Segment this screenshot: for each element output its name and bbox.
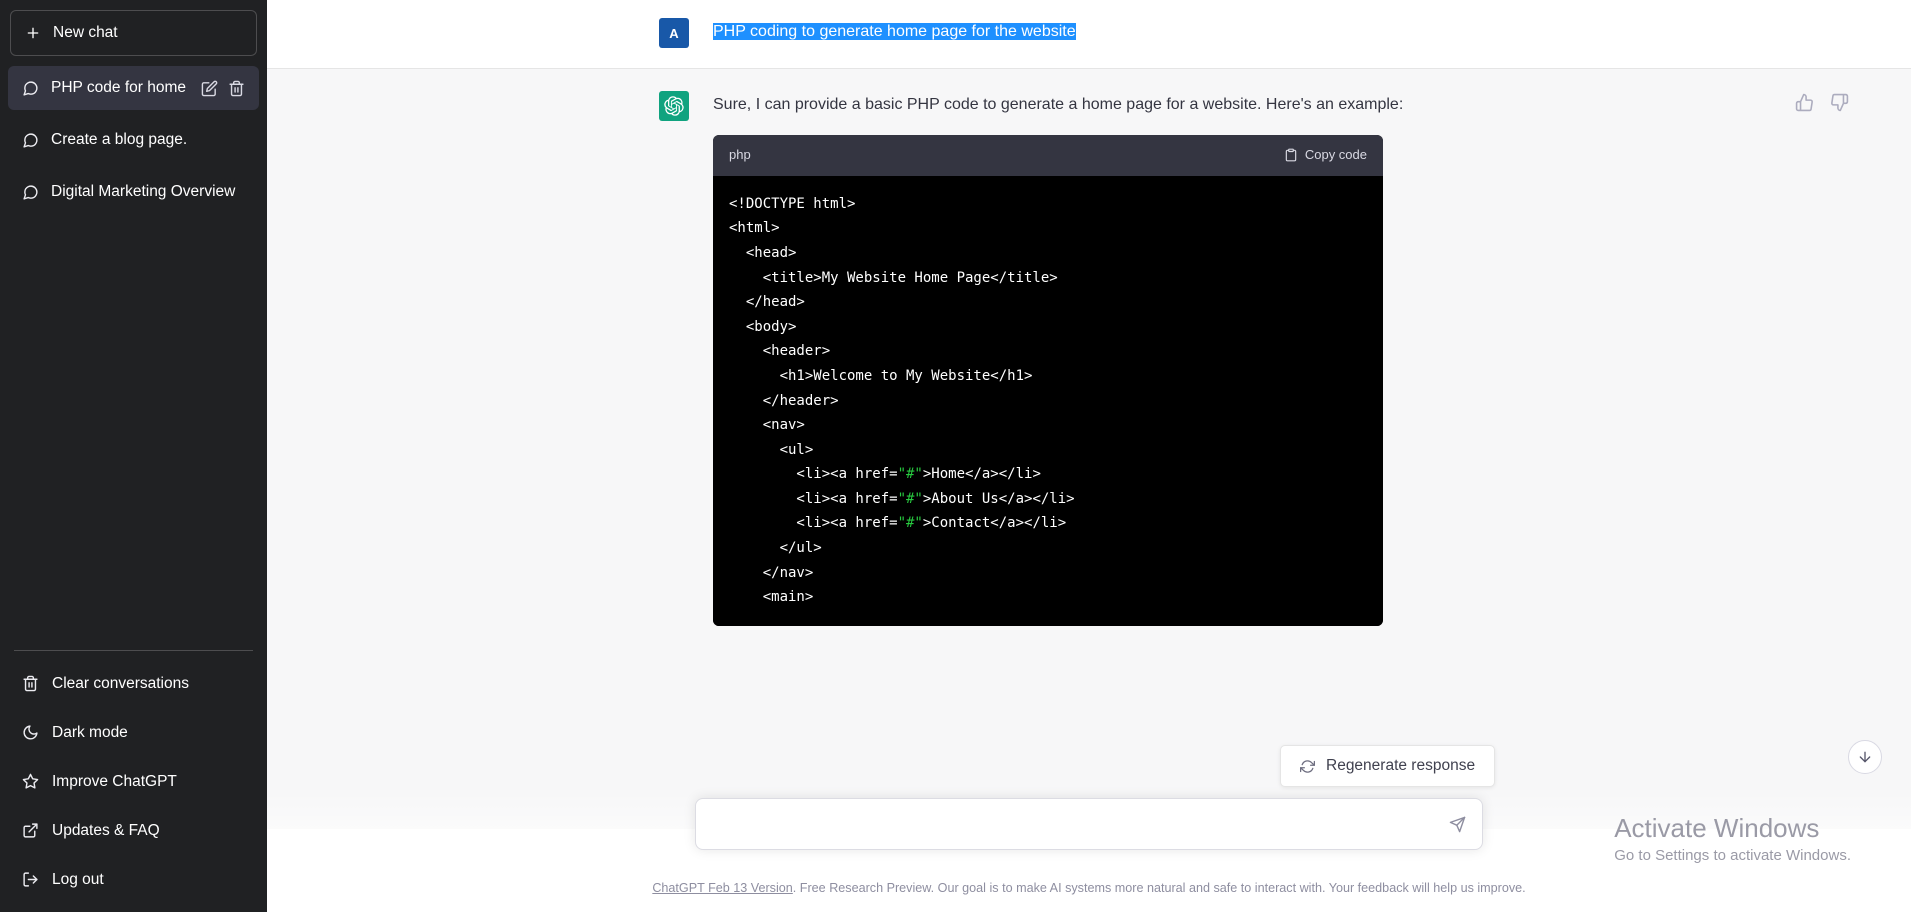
star-icon xyxy=(22,773,39,790)
logout-icon xyxy=(22,871,39,888)
composer-box[interactable] xyxy=(695,798,1483,850)
external-link-icon xyxy=(22,822,39,839)
code-block-header: php Copy code xyxy=(713,135,1383,176)
code-line: <html> xyxy=(729,220,780,237)
code-line: <li><a href="#">Home</a></li> xyxy=(729,466,1041,483)
user-avatar: A xyxy=(659,18,689,48)
refresh-icon xyxy=(1300,759,1315,774)
code-line: <header> xyxy=(729,343,831,360)
code-line: </ul> xyxy=(729,540,822,557)
menu-item-log-out[interactable]: Log out xyxy=(8,855,259,904)
user-message-body: PHP coding to generate home page for the… xyxy=(713,18,1519,48)
sidebar-item-digital-marketing-overview[interactable]: Digital Marketing Overview xyxy=(8,170,259,214)
regenerate-response-button[interactable]: Regenerate response xyxy=(1280,745,1496,787)
moon-icon xyxy=(22,724,39,741)
menu-item-improve-chatgpt[interactable]: Improve ChatGPT xyxy=(8,757,259,806)
version-link[interactable]: ChatGPT Feb 13 Version xyxy=(652,881,792,895)
chat-bubble-icon xyxy=(22,184,39,201)
regenerate-response-label: Regenerate response xyxy=(1326,757,1476,774)
menu-item-label: Dark mode xyxy=(52,723,128,741)
assistant-paragraph: Sure, I can provide a basic PHP code to … xyxy=(713,96,1404,113)
code-line: <nav> xyxy=(729,417,805,434)
chat-bubble-icon xyxy=(22,80,39,97)
code-line: <ul> xyxy=(729,441,814,458)
sidebar-item-create-a-blog-page[interactable]: Create a blog page. xyxy=(8,118,259,162)
footer-text: . Free Research Preview. Our goal is to … xyxy=(792,881,1526,896)
code-line: <body> xyxy=(729,318,797,335)
code-line: </head> xyxy=(729,294,805,311)
chat-bubble-icon xyxy=(22,132,39,149)
footer-disclaimer: ChatGPT Feb 13 Version. Free Research Pr… xyxy=(267,879,1911,898)
code-line: </nav> xyxy=(729,564,814,581)
code-block: php Copy code <!DOCTYPE html> <html> <he… xyxy=(713,135,1383,626)
code-line: <head> xyxy=(729,244,797,261)
code-line: <title>My Website Home Page</title> xyxy=(729,269,1058,286)
feedback-actions xyxy=(1795,93,1849,112)
assistant-message: Sure, I can provide a basic PHP code to … xyxy=(267,69,1911,829)
new-chat-label: New chat xyxy=(53,24,118,41)
user-message: A PHP coding to generate home page for t… xyxy=(267,0,1911,69)
menu-item-label: Improve ChatGPT xyxy=(52,772,177,790)
menu-item-dark-mode[interactable]: Dark mode xyxy=(8,708,259,757)
copy-code-label: Copy code xyxy=(1304,147,1367,162)
new-chat-button[interactable]: New chat xyxy=(10,10,257,56)
composer-area: ChatGPT Feb 13 Version. Free Research Pr… xyxy=(267,790,1911,912)
code-string-token: "#" xyxy=(897,515,923,532)
chat-input[interactable] xyxy=(712,815,1436,833)
delete-trash-icon[interactable] xyxy=(228,80,245,97)
copy-code-button[interactable]: Copy code xyxy=(1284,144,1367,167)
code-line: <main> xyxy=(729,589,814,606)
send-button[interactable] xyxy=(1444,811,1470,837)
conversation-actions xyxy=(201,80,245,97)
sidebar-item-php-code-for-home-pag[interactable]: PHP code for home pag xyxy=(8,66,259,110)
chatgpt-app: New chat PHP code for home pag xyxy=(0,0,1911,912)
clipboard-icon xyxy=(1284,148,1298,162)
assistant-message-body: Sure, I can provide a basic PHP code to … xyxy=(713,91,1519,829)
edit-pencil-icon[interactable] xyxy=(201,80,218,97)
sidebar-item-label: Digital Marketing Overview xyxy=(51,183,236,200)
sidebar: New chat PHP code for home pag xyxy=(0,0,267,912)
menu-item-updates-and-faq[interactable]: Updates & FAQ xyxy=(8,806,259,855)
conversation-list: PHP code for home pag xyxy=(8,66,259,214)
menu-item-clear-conversations[interactable]: Clear conversations xyxy=(8,659,259,708)
main-content: A PHP coding to generate home page for t… xyxy=(267,0,1911,912)
thumbs-up-icon[interactable] xyxy=(1795,93,1814,112)
code-string-token: "#" xyxy=(897,490,923,507)
message-thread: A PHP coding to generate home page for t… xyxy=(267,0,1911,912)
scroll-to-bottom-button[interactable] xyxy=(1848,740,1882,774)
sidebar-item-label: PHP code for home pag xyxy=(51,79,189,96)
sidebar-divider xyxy=(14,650,253,651)
thumbs-down-icon[interactable] xyxy=(1830,93,1849,112)
code-content[interactable]: <!DOCTYPE html> <html> <head> <title>My W… xyxy=(713,175,1383,626)
sidebar-item-label: Create a blog page. xyxy=(51,131,188,148)
code-language-label: php xyxy=(729,147,751,162)
code-string-token: "#" xyxy=(897,466,923,483)
arrow-down-icon xyxy=(1857,749,1873,765)
menu-item-label: Clear conversations xyxy=(52,674,189,692)
code-line: </header> xyxy=(729,392,839,409)
menu-item-label: Log out xyxy=(52,870,104,888)
user-message-text: PHP coding to generate home page for the… xyxy=(713,23,1076,40)
code-line: <li><a href="#">Contact</a></li> xyxy=(729,515,1067,532)
code-line: <li><a href="#">About Us</a></li> xyxy=(729,490,1075,507)
trash-icon xyxy=(22,675,39,692)
code-line: <h1>Welcome to My Website</h1> xyxy=(729,367,1033,384)
menu-item-label: Updates & FAQ xyxy=(52,821,160,839)
plus-icon xyxy=(25,25,41,41)
assistant-avatar xyxy=(659,91,689,121)
sidebar-menu: Clear conversations Dark mode Improve Ch… xyxy=(8,659,259,904)
code-line: <!DOCTYPE html> xyxy=(729,195,856,212)
